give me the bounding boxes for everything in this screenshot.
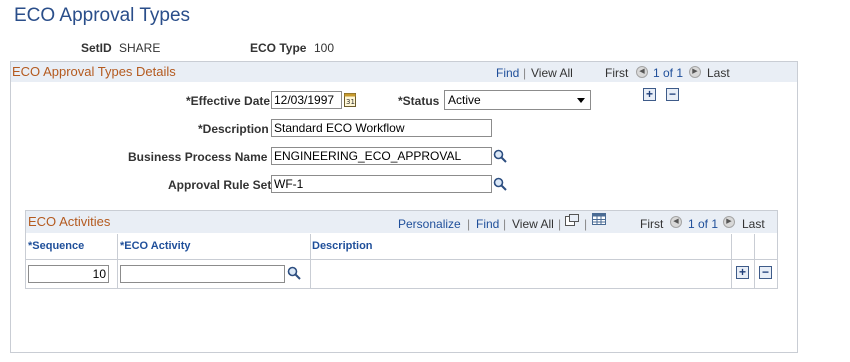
grid-zoom-icon[interactable] bbox=[565, 214, 579, 226]
grid-nav-separator: | bbox=[584, 217, 588, 231]
setid-label: SetID bbox=[81, 41, 112, 55]
add-row-button[interactable]: + bbox=[643, 88, 656, 101]
setid-value: SHARE bbox=[119, 41, 161, 55]
column-divider bbox=[117, 234, 118, 288]
grid-prev-icon[interactable]: ◀ bbox=[670, 216, 682, 228]
description-label: *Description bbox=[198, 122, 269, 136]
details-last-label: Last bbox=[707, 66, 730, 80]
grid-count: 1 of 1 bbox=[688, 217, 719, 231]
page-title: ECO Approval Types bbox=[14, 5, 191, 26]
magnifier-icon[interactable] bbox=[493, 177, 507, 191]
sequence-input[interactable]: 10 bbox=[28, 265, 109, 283]
business-process-label: Business Process Name bbox=[128, 150, 268, 164]
status-selected-value: Active bbox=[448, 93, 481, 107]
svg-text:31: 31 bbox=[346, 98, 355, 106]
grid-nav-separator: | bbox=[558, 217, 562, 231]
column-sequence[interactable]: *Sequence bbox=[28, 240, 84, 252]
column-eco-activity[interactable]: *ECO Activity bbox=[120, 240, 191, 252]
column-divider bbox=[310, 234, 311, 288]
ecotype-value: 100 bbox=[314, 41, 335, 55]
magnifier-icon[interactable] bbox=[493, 149, 507, 163]
grid-view-all-link[interactable]: View All bbox=[512, 217, 554, 231]
status-select[interactable]: Active bbox=[444, 90, 591, 110]
business-process-input[interactable]: ENGINEERING_ECO_APPROVAL bbox=[271, 147, 492, 165]
personalize-link[interactable]: Personalize bbox=[398, 217, 461, 231]
column-description[interactable]: Description bbox=[312, 240, 373, 252]
details-view-all-link[interactable]: View All bbox=[531, 66, 573, 80]
status-label: *Status bbox=[398, 94, 440, 108]
grid-next-icon[interactable]: ▶ bbox=[723, 216, 735, 228]
details-find-link[interactable]: Find bbox=[496, 66, 519, 80]
details-prev-icon[interactable]: ◀ bbox=[636, 66, 648, 78]
delete-row-button[interactable]: − bbox=[666, 88, 679, 101]
ecotype-label: ECO Type bbox=[250, 41, 307, 55]
add-activity-row-button[interactable]: + bbox=[736, 266, 749, 279]
details-section-title: ECO Approval Types Details bbox=[12, 64, 176, 79]
grid-find-link[interactable]: Find bbox=[476, 217, 499, 231]
details-nav-separator: | bbox=[523, 66, 527, 80]
details-count: 1 of 1 bbox=[653, 66, 684, 80]
description-input[interactable]: Standard ECO Workflow bbox=[271, 119, 492, 137]
approval-rule-label: Approval Rule Set bbox=[168, 178, 272, 192]
spreadsheet-icon[interactable] bbox=[592, 213, 606, 225]
column-divider bbox=[754, 234, 755, 288]
grid-nav-separator: | bbox=[503, 217, 507, 231]
grid-first-label: First bbox=[640, 217, 664, 231]
magnifier-icon[interactable] bbox=[287, 266, 301, 280]
effective-date-label: *Effective Date bbox=[186, 94, 271, 108]
details-next-icon[interactable]: ▶ bbox=[689, 66, 701, 78]
calendar-icon[interactable]: 31 bbox=[344, 92, 356, 107]
details-first-label: First bbox=[605, 66, 629, 80]
chevron-down-icon bbox=[577, 98, 585, 103]
grid-nav-separator: | bbox=[467, 217, 471, 231]
column-divider bbox=[731, 234, 732, 288]
effective-date-input[interactable]: 12/03/1997 bbox=[271, 91, 342, 109]
activities-title: ECO Activities bbox=[28, 214, 111, 229]
approval-rule-input[interactable]: WF-1 bbox=[271, 175, 492, 193]
eco-activity-input[interactable] bbox=[120, 265, 285, 283]
delete-activity-row-button[interactable]: − bbox=[759, 266, 772, 279]
grid-last-label: Last bbox=[742, 217, 765, 231]
